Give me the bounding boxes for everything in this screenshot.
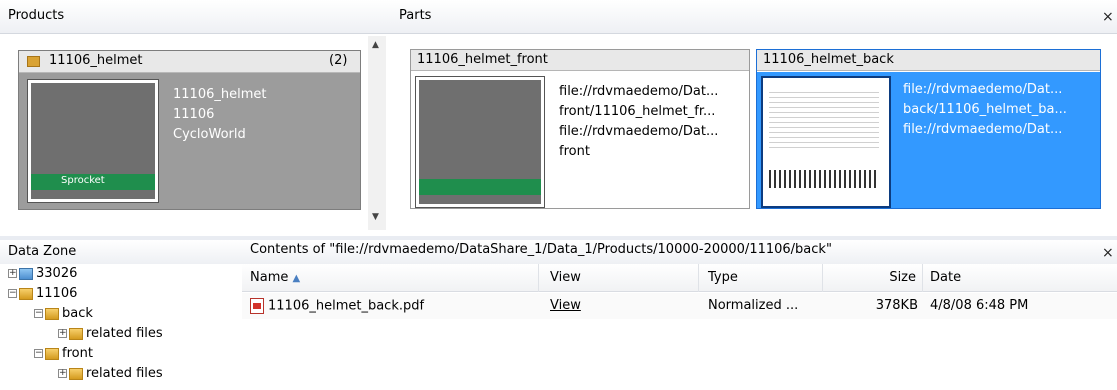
part-card-front[interactable]: 11106_helmet_front file://rdvmaedemo/Dat… — [410, 49, 750, 209]
column-separator[interactable] — [922, 264, 923, 292]
sort-ascending-icon: ▲ — [292, 273, 301, 284]
thumbnail-text-lines — [769, 88, 879, 148]
folder-icon — [19, 287, 33, 300]
contents-grid: Name ▲ View Type Size Date 11106_helmet_… — [242, 264, 1117, 390]
part-card-body: file://rdvmaedemo/Dat... front/11106_hel… — [411, 72, 749, 208]
products-pane-title: Products — [8, 8, 65, 23]
product-card[interactable]: 11106_helmet (2) Sprocket 11106_helmet 1… — [18, 50, 361, 210]
product-detail-line: CycloWorld — [173, 127, 246, 142]
column-separator[interactable] — [538, 264, 539, 292]
tree-item-33026[interactable]: +33026 — [8, 264, 77, 284]
file-name: 11106_helmet_back.pdf — [268, 298, 425, 314]
product-name: 11106_helmet — [49, 53, 143, 68]
product-details: 11106_helmet 11106 CycloWorld — [173, 85, 266, 145]
part-detail-line: front — [559, 144, 590, 159]
tree-label: related files — [86, 326, 163, 341]
cell-name: 11106_helmet_back.pdf — [250, 298, 424, 314]
tree-label: 33026 — [36, 266, 78, 281]
column-header-date[interactable]: Date — [930, 270, 961, 285]
contents-title: Contents of "file://rdvmaedemo/DataShare… — [250, 242, 832, 257]
column-header-name[interactable]: Name ▲ — [250, 270, 300, 285]
folder-icon — [69, 327, 83, 340]
thumbnail-brand-band: Sprocket — [31, 174, 155, 190]
part-name: 11106_helmet_front — [417, 52, 548, 67]
table-row[interactable]: 11106_helmet_back.pdf View Normalized ..… — [242, 293, 1117, 319]
part-detail-line: file://rdvmaedemo/Dat... — [903, 122, 1063, 137]
product-count: (2) — [329, 53, 348, 68]
tree-item-front[interactable]: − front — [34, 344, 93, 364]
column-separator[interactable] — [698, 264, 699, 292]
column-label: Name — [250, 270, 289, 285]
part-thumbnail — [761, 76, 891, 208]
part-card-body: file://rdvmaedemo/Dat... back/11106_helm… — [757, 72, 1100, 208]
thumbnail-brand-band — [419, 179, 541, 195]
product-thumbnail: Sprocket — [27, 79, 159, 203]
part-card-header: 11106_helmet_front — [411, 50, 749, 71]
expand-icon[interactable]: + — [58, 329, 67, 338]
thumbnail-brand: Sprocket — [61, 175, 105, 186]
product-detail-line: 11106 — [173, 107, 215, 122]
part-details: file://rdvmaedemo/Dat... back/11106_helm… — [903, 80, 1067, 140]
folder-icon — [69, 367, 83, 380]
bottom-header-bar: Data Zone Contents of "file://rdvmaedemo… — [0, 240, 1117, 264]
tree-label: related files — [86, 366, 163, 381]
parts-pane-title: Parts — [399, 8, 432, 23]
cell-type: Normalized ... — [708, 298, 799, 313]
tree-label: front — [62, 346, 93, 361]
view-link[interactable]: View — [550, 298, 581, 313]
close-icon[interactable]: × — [1102, 246, 1114, 260]
product-detail-line: 11106_helmet — [173, 87, 267, 102]
scroll-down-icon[interactable]: ▼ — [372, 212, 379, 222]
tree-item-related-files[interactable]: + related files — [58, 364, 163, 384]
folder-icon — [19, 267, 33, 280]
part-card-header: 11106_helmet_back — [757, 50, 1100, 71]
column-header-view[interactable]: View — [550, 270, 581, 285]
part-detail-line: front/11106_helmet_fr... — [559, 104, 716, 119]
expand-icon[interactable]: + — [58, 369, 67, 378]
collapse-icon[interactable]: − — [34, 309, 43, 318]
folder-icon — [45, 347, 59, 360]
cell-date: 4/8/08 6:48 PM — [930, 298, 1029, 313]
part-card-back[interactable]: 11106_helmet_back file://rdvmaedemo/Dat.… — [756, 49, 1101, 209]
folder-icon — [45, 307, 59, 320]
part-detail-line: file://rdvmaedemo/Dat... — [559, 84, 719, 99]
cell-size: 378KB — [875, 298, 918, 313]
part-details: file://rdvmaedemo/Dat... front/11106_hel… — [559, 82, 718, 162]
folder-icon — [27, 56, 40, 67]
column-separator[interactable] — [822, 264, 823, 292]
column-header-type[interactable]: Type — [708, 270, 738, 285]
tree-label: back — [62, 306, 93, 321]
part-detail-line: back/11106_helmet_ba... — [903, 102, 1067, 117]
data-zone-title: Data Zone — [8, 244, 77, 259]
expand-icon[interactable]: + — [8, 269, 17, 278]
part-name: 11106_helmet_back — [763, 52, 894, 67]
tree-label: 11106 — [36, 286, 78, 301]
collapse-icon[interactable]: − — [34, 349, 43, 358]
part-detail-line: file://rdvmaedemo/Dat... — [903, 82, 1063, 97]
tree-item-related-files[interactable]: + related files — [58, 324, 163, 344]
column-header-size[interactable]: Size — [872, 270, 916, 285]
tree-item-11106[interactable]: − 11106 — [8, 284, 77, 304]
tree-item-back[interactable]: − back — [34, 304, 93, 324]
pdf-file-icon — [250, 298, 264, 314]
part-thumbnail — [415, 76, 545, 208]
part-detail-line: file://rdvmaedemo/Dat... — [559, 124, 719, 139]
collapse-icon[interactable]: − — [8, 289, 17, 298]
data-zone-tree: +33026 − 11106 − back + related files − fron… — [0, 264, 240, 390]
products-scrollbar[interactable]: ▲ ▼ — [368, 36, 386, 230]
grid-header: Name ▲ View Type Size Date — [242, 264, 1117, 292]
top-header-bar: Products Parts × — [0, 0, 1117, 34]
close-icon[interactable]: × — [1102, 10, 1114, 24]
scroll-up-icon[interactable]: ▲ — [372, 40, 379, 50]
product-card-header: 11106_helmet (2) — [19, 51, 360, 73]
thumbnail-barcode — [769, 170, 879, 188]
